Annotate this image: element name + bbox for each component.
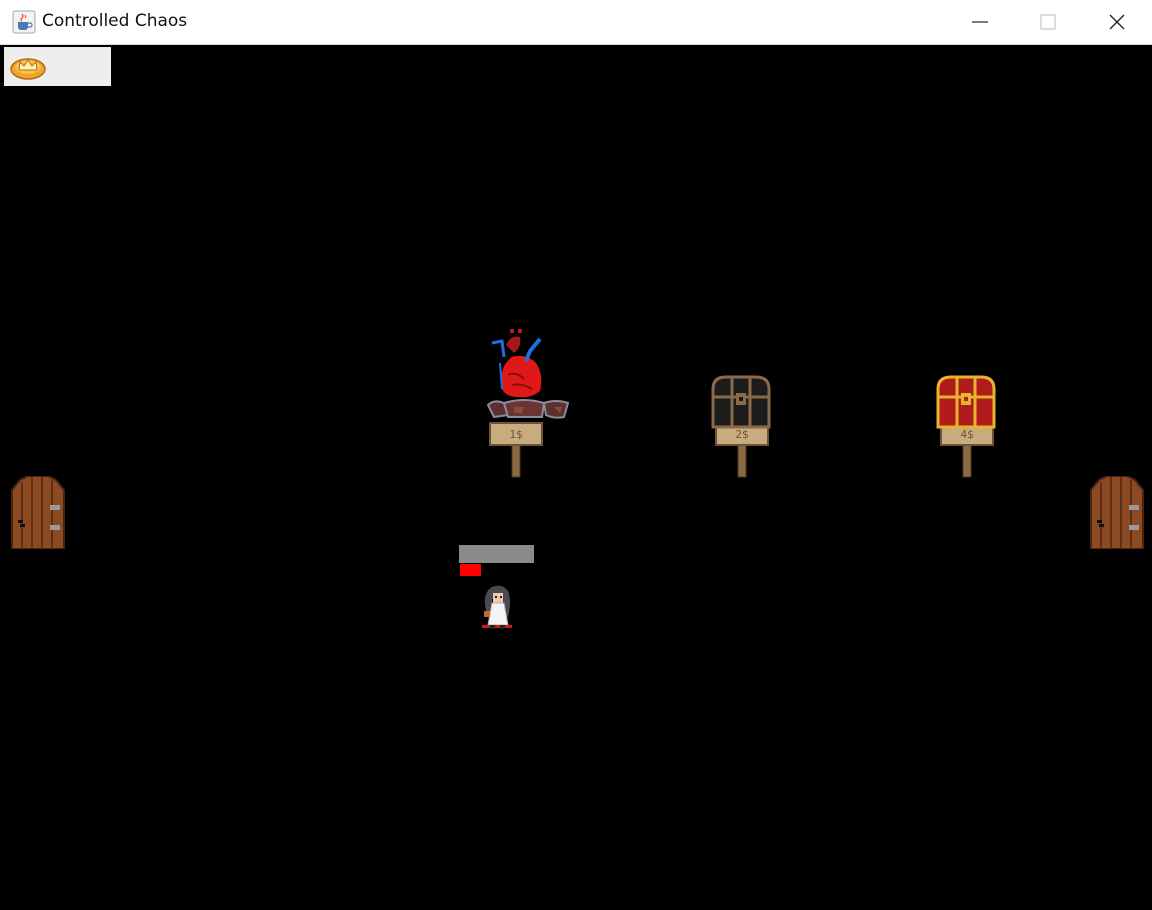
game-area[interactable]: 1$ 2$ 4$: [0, 45, 1152, 910]
window-title: Controlled Chaos: [42, 11, 188, 31]
maximize-icon: [1040, 14, 1056, 30]
player-character[interactable]: [478, 581, 516, 631]
currency-hud: [4, 47, 111, 86]
left-door[interactable]: [10, 476, 66, 549]
close-icon: [1109, 14, 1125, 30]
shop-item-heart[interactable]: 1$: [484, 327, 574, 479]
price-label: 4$: [960, 428, 973, 441]
crown-coin-icon: [10, 58, 46, 80]
health-bar-background: [459, 545, 534, 563]
maximize-button[interactable]: [1013, 0, 1083, 44]
minimize-button[interactable]: [945, 0, 1015, 44]
java-cup-icon: [12, 10, 36, 34]
right-door[interactable]: [1089, 476, 1145, 549]
red-gold-chest-icon: [936, 375, 996, 429]
black-chest-icon: [711, 375, 771, 429]
shop-item-red-chest[interactable]: 4$: [935, 375, 999, 479]
price-label: 2$: [735, 428, 748, 441]
close-button[interactable]: [1082, 0, 1152, 44]
shop-item-black-chest[interactable]: 2$: [710, 375, 774, 479]
anatomical-heart-icon: [486, 329, 570, 419]
price-label: 1$: [509, 428, 522, 441]
health-bar-fill: [460, 564, 481, 576]
minimize-icon: [972, 21, 988, 23]
window-titlebar: Controlled Chaos: [0, 0, 1152, 45]
